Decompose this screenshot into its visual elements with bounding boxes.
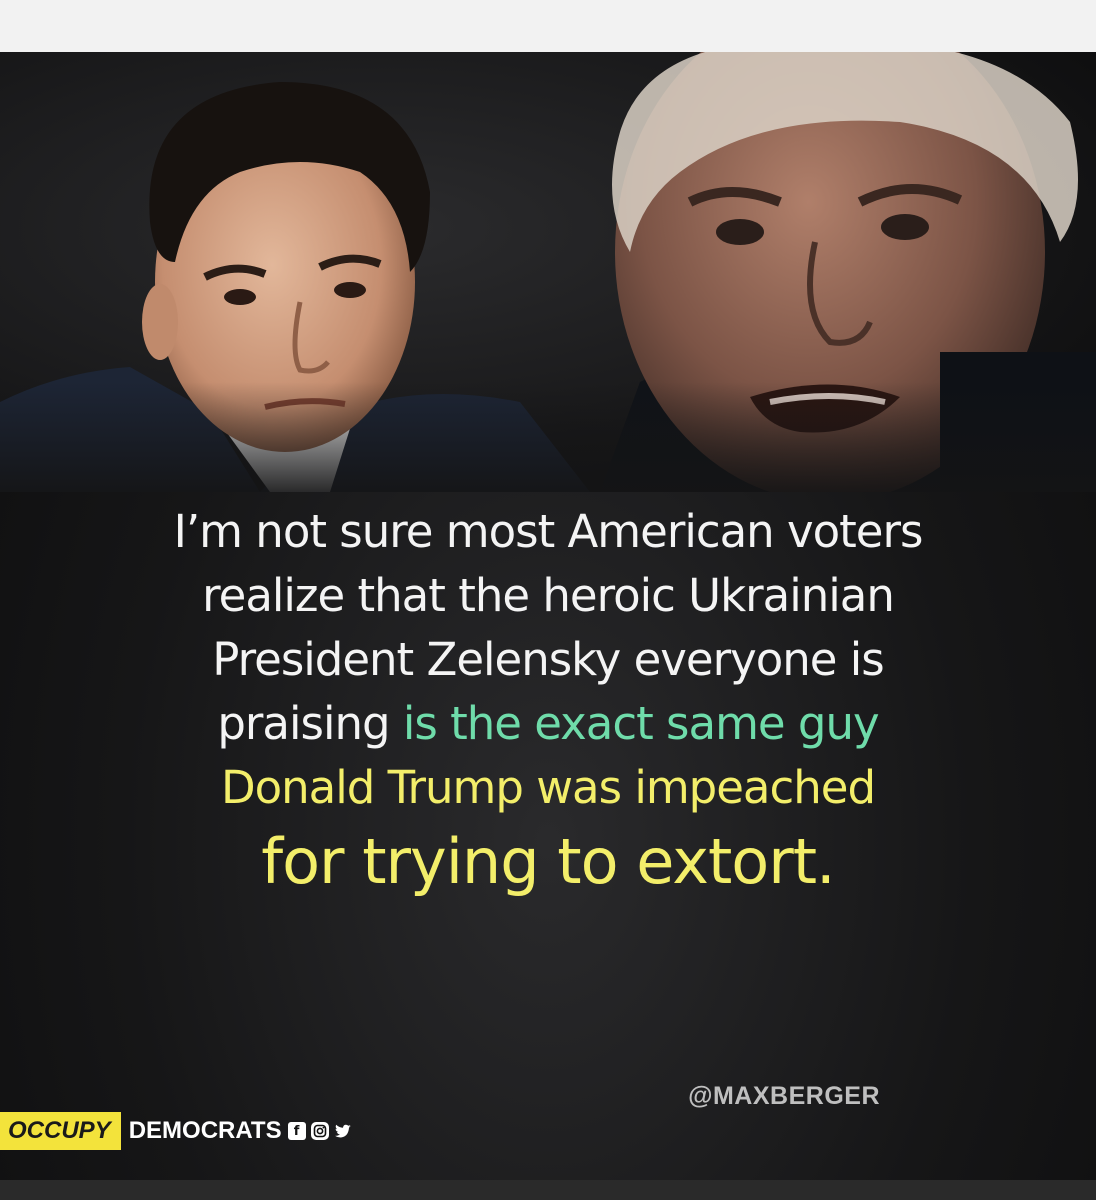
author-handle: @MAXBERGER (688, 1082, 880, 1110)
social-icons: f (287, 1122, 357, 1140)
top-margin (0, 0, 1096, 52)
quote-line-1: I’m not sure most American voters (173, 505, 924, 558)
brand-democrats: DEMOCRATS (128, 1117, 282, 1144)
quote-text: I’m not sure most American voters realiz… (0, 500, 1096, 904)
quote-line-3: President Zelensky everyone is (212, 633, 884, 686)
instagram-icon (310, 1122, 329, 1140)
portrait-illustration (0, 52, 1096, 492)
twitter-icon (334, 1122, 352, 1140)
facebook-icon: f (287, 1122, 306, 1140)
quote-line-4-green: is the exact same guy (402, 697, 880, 750)
portrait-photos (0, 52, 1096, 492)
quote-line-2: realize that the heroic Ukrainian (202, 569, 895, 622)
quote-line-4-white: praising (217, 697, 390, 750)
quote-line-5: Donald Trump was impeached (220, 761, 876, 814)
brand-occupy: OCCUPY (0, 1112, 121, 1150)
bottom-margin (0, 1180, 1096, 1200)
screenshot: I’m not sure most American voters realiz… (0, 0, 1096, 1200)
meme-image: I’m not sure most American voters realiz… (0, 52, 1096, 1180)
brand-logo: OCCUPY DEMOCRATS f (0, 1110, 357, 1152)
quote-line-6: for trying to extort. (261, 825, 835, 898)
quote-line-4: praising is the exact same guy (0, 692, 1096, 756)
